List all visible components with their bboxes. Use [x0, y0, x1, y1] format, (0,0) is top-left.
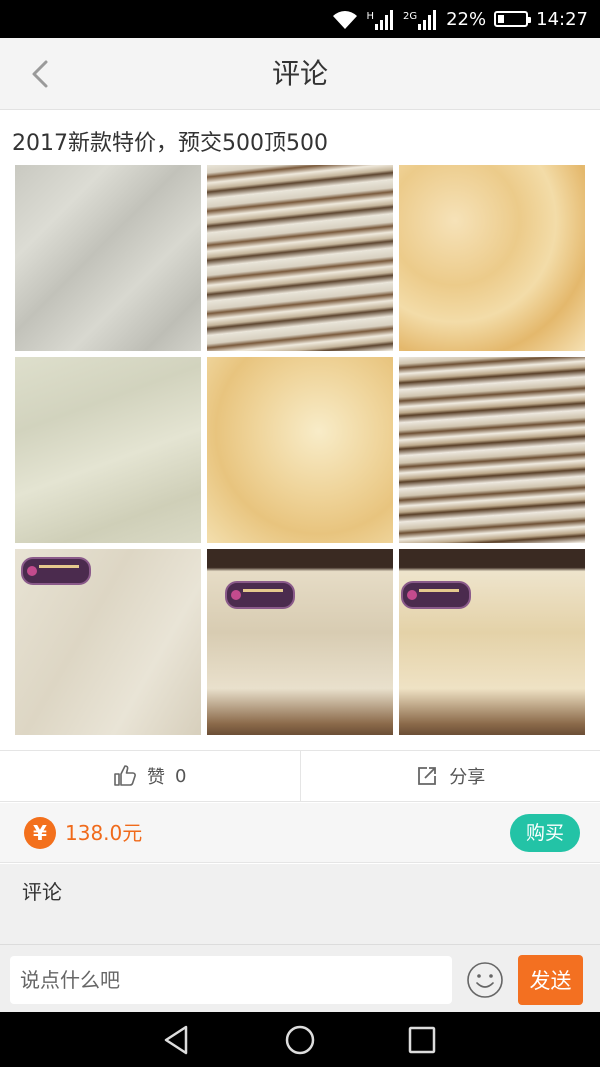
battery-percent: 22%	[446, 8, 487, 30]
home-circle-icon[interactable]	[283, 1023, 317, 1057]
wifi-icon	[332, 8, 358, 30]
back-button[interactable]	[20, 54, 60, 94]
emoji-icon[interactable]	[466, 961, 504, 999]
battery-icon	[494, 11, 532, 27]
chevron-left-icon	[32, 60, 48, 88]
post-title: 2017新款特价，预交500顶500	[12, 131, 328, 156]
like-count: 0	[175, 765, 187, 787]
tile-image-4[interactable]	[15, 357, 201, 543]
tile-image-5[interactable]	[207, 357, 393, 543]
comments-label: 评论	[22, 880, 62, 904]
comment-input[interactable]	[10, 956, 452, 1004]
share-button[interactable]: 分享	[299, 751, 600, 801]
like-label: 赞	[147, 767, 166, 788]
signal-icon: H	[366, 8, 395, 30]
share-label: 分享	[449, 767, 486, 788]
like-button[interactable]: 赞 0	[0, 751, 300, 801]
network-2g-label: 2G	[402, 11, 418, 22]
comments-section: 评论	[0, 864, 600, 944]
clock: 14:27	[536, 8, 588, 30]
price-value: 138.0元	[65, 821, 143, 845]
product-tag-icon	[225, 581, 295, 609]
action-bar: 赞 0 分享	[0, 750, 600, 802]
tile-image-3[interactable]	[399, 165, 585, 351]
thumbs-up-icon	[114, 765, 136, 786]
image-grid	[15, 165, 585, 735]
tile-image-7[interactable]	[15, 549, 201, 735]
battery-level	[498, 15, 505, 23]
buy-button[interactable]: 购买	[510, 814, 580, 852]
product-tag-icon	[401, 581, 471, 609]
tile-image-1[interactable]	[15, 165, 201, 351]
product-tag-icon	[21, 557, 91, 585]
status-bar: H 2G 22% 14:27	[0, 0, 600, 38]
back-triangle-icon[interactable]	[160, 1023, 194, 1057]
header: 评论	[0, 38, 600, 110]
tile-image-6[interactable]	[399, 357, 585, 543]
recents-square-icon[interactable]	[405, 1023, 439, 1057]
price-row: ¥ 138.0元 购买	[0, 803, 600, 863]
signal-2g-icon: 2G	[403, 8, 438, 30]
comment-input-bar: 发送	[0, 944, 600, 1012]
page-title: 评论	[271, 57, 328, 90]
nav-bar	[0, 1012, 600, 1067]
tile-image-9[interactable]	[399, 549, 585, 735]
share-icon	[418, 767, 437, 785]
send-button[interactable]: 发送	[518, 955, 583, 1005]
network-h-label: H	[366, 11, 374, 22]
tile-image-2[interactable]	[207, 165, 393, 351]
yen-icon: ¥	[24, 817, 56, 849]
status-icons: H 2G 22% 14:27	[332, 0, 588, 38]
tile-image-8[interactable]	[207, 549, 393, 735]
